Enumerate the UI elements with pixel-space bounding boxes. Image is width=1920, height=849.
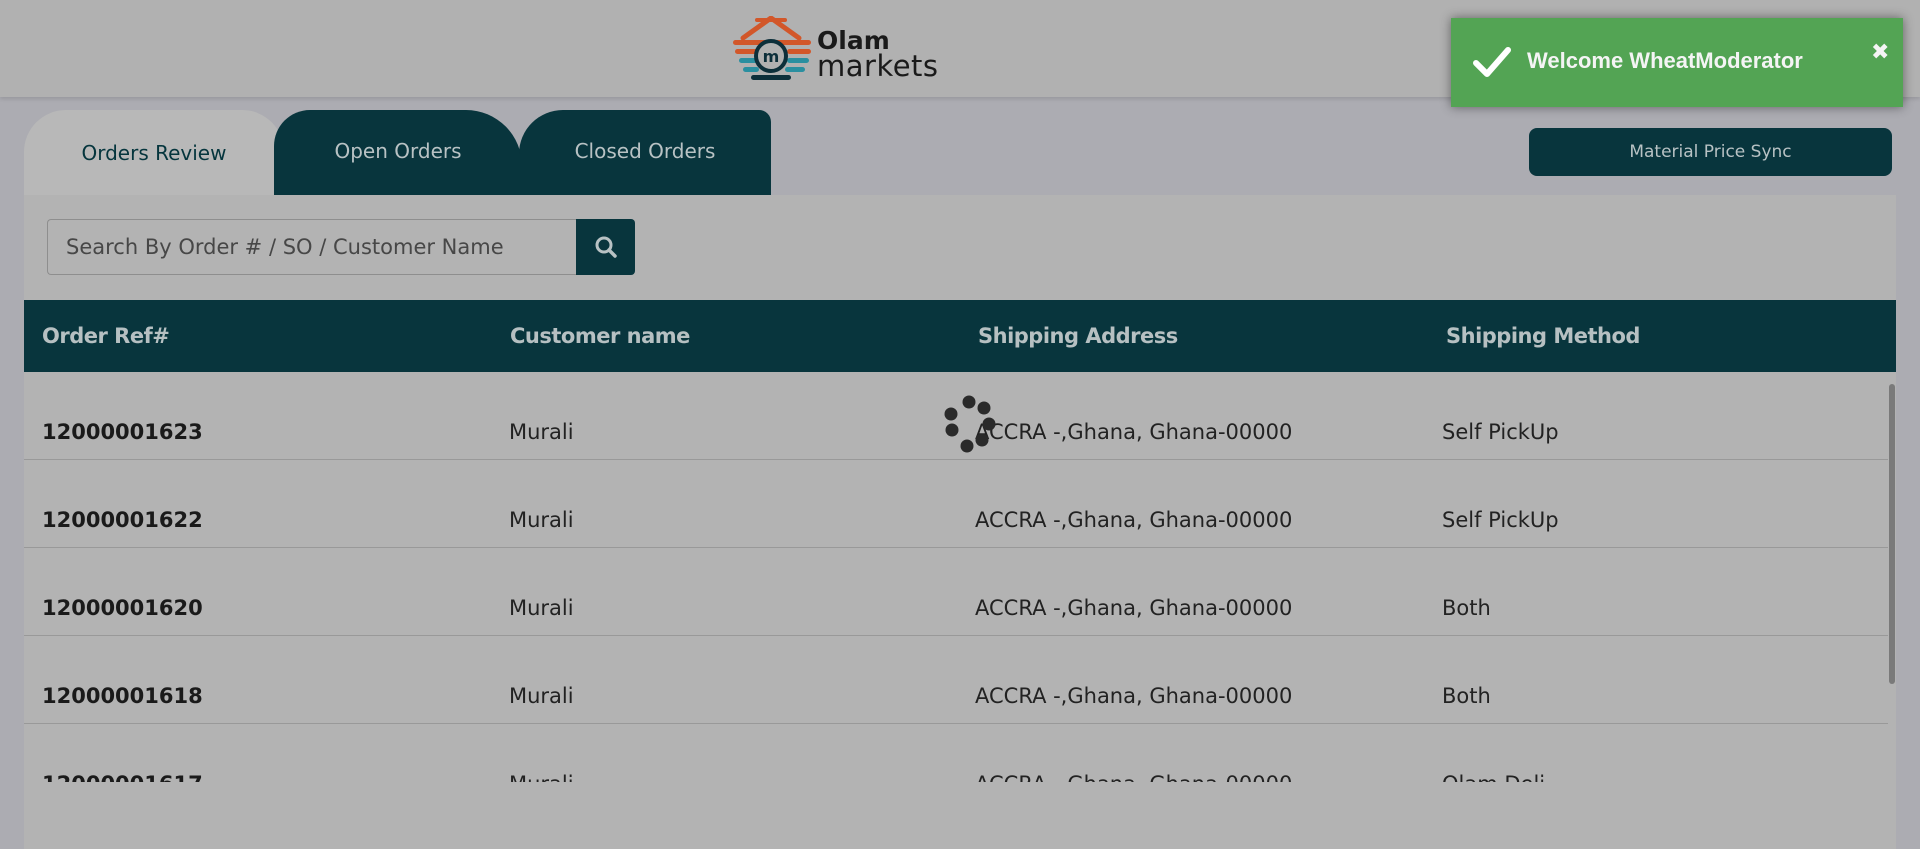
order-ref-cell[interactable]: 12000001618 <box>42 684 203 708</box>
shipping-method-cell: Both <box>1442 684 1491 708</box>
search-input[interactable] <box>47 219 577 275</box>
toast-message: Welcome WheatModerator <box>1527 48 1803 73</box>
shipping-method-cell: Olam Deli <box>1442 772 1545 782</box>
search-icon <box>595 236 617 258</box>
shipping-method-cell: Self PickUp <box>1442 508 1559 532</box>
shipping-address-cell: ACCRA -,Ghana, Ghana-00000 <box>975 772 1292 782</box>
search-button[interactable] <box>576 219 635 275</box>
toast-close-icon[interactable]: ✖ <box>1871 40 1889 65</box>
tab-open-orders[interactable]: Open Orders <box>274 110 522 195</box>
material-price-sync-button[interactable]: Material Price Sync <box>1529 128 1892 176</box>
customer-name-cell: Murali <box>509 420 574 444</box>
orders-table-header: Order Ref# Customer name Shipping Addres… <box>24 300 1896 372</box>
tab-label: Open Orders <box>334 138 462 163</box>
table-row[interactable]: 12000001622 Murali ACCRA -,Ghana, Ghana-… <box>24 460 1888 548</box>
order-ref-cell[interactable]: 12000001622 <box>42 508 203 532</box>
column-header-shipping-method[interactable]: Shipping Method <box>1446 324 1640 348</box>
spinner-icon <box>944 395 996 453</box>
olam-markets-logo[interactable]: m Olam markets <box>731 16 938 84</box>
order-ref-cell[interactable]: 12000001620 <box>42 596 203 620</box>
logo-text-markets: markets <box>817 49 939 83</box>
tab-orders-review[interactable]: Orders Review <box>24 110 284 200</box>
shipping-address-cell: ACCRA -,Ghana, Ghana-00000 <box>975 420 1293 444</box>
tab-label: Closed Orders <box>574 138 716 163</box>
basket-logo-icon: m <box>733 16 811 80</box>
check-icon <box>1473 47 1511 77</box>
order-ref-cell[interactable]: 12000001617 <box>42 772 203 782</box>
table-row[interactable]: 12000001617 Murali ACCRA -,Ghana, Ghana-… <box>24 724 1888 782</box>
table-row[interactable]: 12000001618 Murali ACCRA -,Ghana, Ghana-… <box>24 636 1888 724</box>
tab-closed-orders[interactable]: Closed Orders <box>519 110 771 195</box>
tab-label: Orders Review <box>81 141 227 165</box>
shipping-method-cell: Both <box>1442 596 1491 620</box>
customer-name-cell: Murali <box>509 596 574 620</box>
svg-text:m: m <box>763 47 780 66</box>
column-header-customer-name[interactable]: Customer name <box>510 324 690 348</box>
shipping-address-cell: ACCRA -,Ghana, Ghana-00000 <box>975 596 1293 620</box>
table-row[interactable]: 12000001620 Murali ACCRA -,Ghana, Ghana-… <box>24 548 1888 636</box>
customer-name-cell: Murali <box>509 508 574 532</box>
order-ref-cell[interactable]: 12000001623 <box>42 420 203 444</box>
shipping-address-cell: ACCRA -,Ghana, Ghana-00000 <box>975 508 1293 532</box>
column-header-order-ref[interactable]: Order Ref# <box>42 324 170 348</box>
column-header-shipping-address[interactable]: Shipping Address <box>978 324 1178 348</box>
customer-name-cell: Murali <box>509 772 574 782</box>
welcome-toast: Welcome WheatModerator ✖ <box>1451 18 1903 107</box>
shipping-address-cell: ACCRA -,Ghana, Ghana-00000 <box>975 684 1293 708</box>
customer-name-cell: Murali <box>509 684 574 708</box>
table-scrollbar[interactable] <box>1889 384 1895 684</box>
shipping-method-cell: Self PickUp <box>1442 420 1559 444</box>
